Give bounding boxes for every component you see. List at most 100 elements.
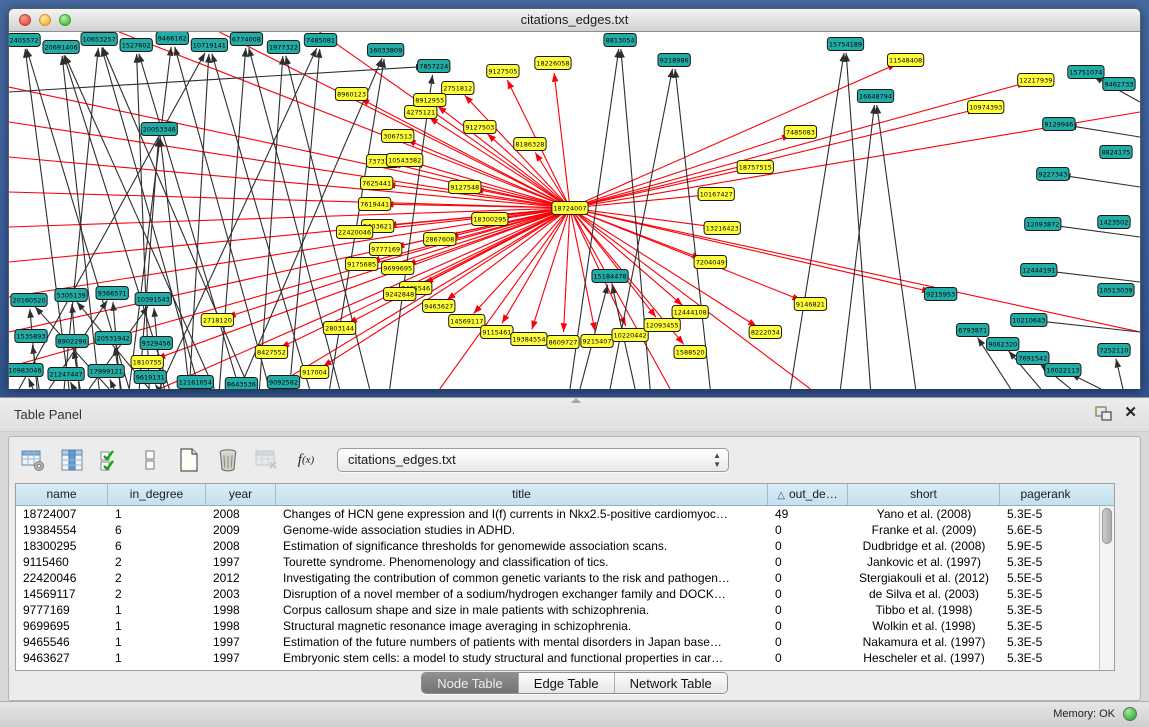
graph-node[interactable]: 9129946: [1043, 118, 1075, 131]
graph-node[interactable]: 7857224: [418, 60, 450, 73]
graph-node[interactable]: 21247447: [48, 368, 84, 381]
column-header-pagerank[interactable]: pagerank: [1000, 484, 1091, 505]
citation-edge-black[interactable]: [390, 75, 433, 389]
graph-node[interactable]: 12093872: [1025, 218, 1061, 231]
graph-node[interactable]: 8912955: [414, 94, 446, 107]
table-row[interactable]: 946554611997Estimation of the future num…: [16, 634, 1114, 650]
graph-node[interactable]: 7691542: [1017, 352, 1049, 365]
graph-node[interactable]: 2751812: [442, 82, 474, 95]
citation-edge-red[interactable]: [570, 208, 670, 389]
table-row[interactable]: 1456911722003Disruption of a novel membe…: [16, 586, 1114, 602]
graph-node[interactable]: 9127503: [464, 121, 496, 134]
citation-edge-black[interactable]: [1116, 359, 1123, 389]
graph-node[interactable]: 9215953: [924, 288, 956, 301]
graph-node[interactable]: 12444191: [1021, 264, 1057, 277]
graph-node[interactable]: 8813054: [604, 34, 636, 47]
graph-node[interactable]: 18226058: [535, 57, 571, 70]
graph-node[interactable]: 9175685: [345, 258, 377, 271]
graph-node[interactable]: 9146821: [794, 298, 826, 311]
graph-node[interactable]: 7204049: [694, 256, 726, 269]
zoom-window-icon[interactable]: [59, 14, 71, 26]
tab-network-table[interactable]: Network Table: [615, 673, 727, 693]
graph-node[interactable]: 20691406: [43, 41, 79, 54]
close-panel-icon[interactable]: ✕: [1124, 405, 1137, 421]
scrollbar-thumb[interactable]: [1102, 508, 1112, 544]
graph-node[interactable]: 3067513: [382, 130, 414, 143]
graph-node[interactable]: 2718120: [201, 314, 233, 327]
graph-node[interactable]: 9062320: [987, 338, 1019, 351]
graph-node[interactable]: 7485081: [304, 34, 336, 47]
citation-edge-black[interactable]: [1062, 175, 1140, 187]
citation-edge-black[interactable]: [877, 105, 916, 389]
table-row[interactable]: 1938455462009Genome-wide association stu…: [16, 522, 1114, 538]
citation-edge-red[interactable]: [119, 32, 570, 208]
citation-edge-black[interactable]: [790, 53, 844, 389]
graph-node[interactable]: 17999121: [88, 365, 124, 378]
graph-node[interactable]: 8643536: [225, 378, 257, 390]
show-columns-icon[interactable]: [58, 446, 86, 474]
window-titlebar[interactable]: citations_edges.txt: [9, 9, 1140, 32]
graph-node[interactable]: 8824175: [1100, 146, 1132, 159]
graph-node[interactable]: 8427552: [255, 346, 287, 359]
graph-node[interactable]: 18300295: [472, 213, 508, 226]
graph-node[interactable]: 20160520: [11, 294, 47, 307]
new-table-icon[interactable]: [175, 446, 203, 474]
graph-node[interactable]: 15754189: [827, 38, 863, 51]
graph-node[interactable]: 8609727: [547, 336, 579, 349]
table-row[interactable]: 969969511998Structural magnetic resonanc…: [16, 618, 1114, 634]
graph-node[interactable]: 6793871: [957, 324, 989, 337]
graph-node[interactable]: 18757515: [737, 161, 773, 174]
graph-node[interactable]: 19384554: [511, 333, 547, 346]
column-header-in_degree[interactable]: in_degree: [108, 484, 206, 505]
graph-node[interactable]: 8186328: [514, 138, 546, 151]
graph-node[interactable]: 15184478: [592, 270, 628, 283]
close-window-icon[interactable]: [19, 14, 31, 26]
column-header-out_de[interactable]: △out_de…: [768, 484, 848, 505]
graph-node[interactable]: 10391543: [135, 293, 171, 306]
graph-hub-node[interactable]: 18724007: [552, 202, 588, 215]
graph-node[interactable]: 14569117: [449, 315, 485, 328]
citation-edge-red[interactable]: [440, 208, 570, 389]
graph-node[interactable]: 9215407: [581, 335, 613, 348]
graph-node[interactable]: 8222034: [749, 326, 781, 339]
graph-node[interactable]: 5305139: [55, 289, 87, 302]
table-select-dropdown[interactable]: citations_edges.txt ▲▼: [337, 448, 729, 472]
citation-edge-black[interactable]: [139, 138, 158, 389]
graph-node[interactable]: 10220442: [612, 329, 648, 342]
function-builder-icon[interactable]: f(x): [292, 446, 320, 474]
graph-node[interactable]: 9127505: [487, 65, 519, 78]
select-rows-icon[interactable]: [97, 446, 125, 474]
tab-node-table[interactable]: Node Table: [422, 673, 519, 693]
graph-node[interactable]: 10719141: [191, 39, 227, 52]
graph-node[interactable]: 6774008: [230, 33, 262, 46]
graph-node[interactable]: 12161654: [177, 376, 213, 389]
tab-edge-table[interactable]: Edge Table: [519, 673, 615, 693]
graph-node[interactable]: 1535893: [15, 330, 47, 343]
graph-node[interactable]: 9115461: [481, 326, 513, 339]
graph-node[interactable]: 4275121: [405, 106, 437, 119]
graph-node[interactable]: 1588520: [674, 346, 706, 359]
citation-edge-black[interactable]: [1068, 125, 1140, 137]
graph-node[interactable]: 10653257: [81, 33, 117, 46]
citation-edge-black[interactable]: [29, 378, 34, 389]
graph-node[interactable]: 7485083: [784, 126, 816, 139]
graph-node[interactable]: 2803144: [323, 322, 355, 335]
graph-node[interactable]: 20531942: [95, 332, 131, 345]
graph-node[interactable]: 2867608: [424, 233, 456, 246]
table-row[interactable]: 1872400712008Changes of HCN gene express…: [16, 506, 1114, 522]
table-row[interactable]: 977716911998Corpus callosum shape and si…: [16, 602, 1114, 618]
graph-node[interactable]: 12444108: [672, 306, 708, 319]
graph-node[interactable]: 9329456: [140, 337, 172, 350]
column-header-short[interactable]: short: [848, 484, 1000, 505]
graph-node[interactable]: 9218986: [658, 54, 690, 67]
table-row[interactable]: 911546021997Tourette syndrome. Phenomeno…: [16, 554, 1114, 570]
graph-node[interactable]: 9777169: [369, 243, 401, 256]
table-row[interactable]: 2242004622012Investigating the contribut…: [16, 570, 1114, 586]
graph-node[interactable]: 12217939: [1018, 74, 1054, 87]
graph-node[interactable]: 9242848: [384, 288, 416, 301]
graph-node[interactable]: 10167427: [698, 188, 734, 201]
citation-edge-black[interactable]: [259, 56, 282, 389]
citation-edge-black[interactable]: [110, 379, 114, 389]
citation-edge-black[interactable]: [219, 48, 245, 389]
citation-edge-black[interactable]: [70, 382, 74, 389]
